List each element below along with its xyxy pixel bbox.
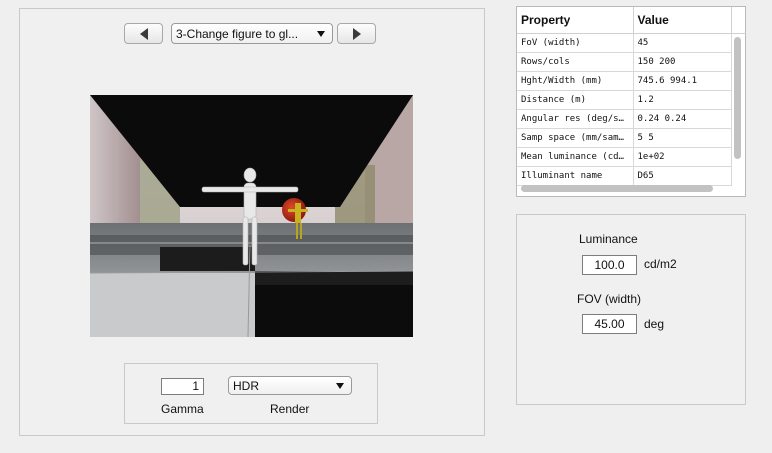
table-header-filler [731,7,746,34]
property-value: 45 [633,33,732,53]
property-name: Angular res (deg/samp) [517,109,634,129]
table-row[interactable]: Illuminant name D65 [517,166,732,186]
table-row[interactable]: Rows/cols 150 200 [517,52,732,72]
luminance-panel: Luminance 100.0 cd/m2 FOV (width) 45.00 … [516,214,746,405]
render-controls: 1 HDR Gamma Render [124,363,378,424]
property-name: Samp space (mm/samp) [517,128,634,148]
next-scene-button[interactable] [337,23,376,44]
triangle-right-icon [352,27,361,40]
property-value: 5 5 [633,128,732,148]
luminance-label: Luminance [579,232,638,246]
property-name: Illuminant name [517,166,634,186]
vertical-scrollbar[interactable] [734,37,741,159]
gamma-input[interactable]: 1 [161,378,204,395]
table-row[interactable]: Mean luminance (cd/m2) 1e+02 [517,147,732,167]
triangle-left-icon [139,27,148,40]
render-select[interactable]: HDR [228,376,352,395]
property-value: 745.6 994.1 [633,71,732,91]
column-header-value[interactable]: Value [633,7,732,34]
render-label: Render [270,402,310,416]
fov-input[interactable]: 45.00 [582,314,637,334]
table-row[interactable]: Angular res (deg/samp) 0.24 0.24 [517,109,732,129]
table-row[interactable]: Hght/Width (mm) 745.6 994.1 [517,71,732,91]
properties-panel: Property Value FoV (width) 45 Rows/cols 15… [516,6,746,197]
property-name: Hght/Width (mm) [517,71,634,91]
scene-select[interactable]: 3-Change figure to gl... [171,23,333,44]
property-value: 150 200 [633,52,732,72]
luminance-input[interactable]: 100.0 [582,255,637,275]
scene-image[interactable] [90,95,413,337]
property-value: D65 [633,166,732,186]
luminance-unit: cd/m2 [644,257,677,271]
property-name: Mean luminance (cd/m2) [517,147,634,167]
table-row[interactable]: Distance (m) 1.2 [517,90,732,110]
column-header-property[interactable]: Property [517,7,634,34]
property-name: Distance (m) [517,90,634,110]
render-select-value: HDR [233,378,259,393]
properties-table: Property Value FoV (width) 45 Rows/cols 15… [517,7,732,186]
scene-select-value: 3-Change figure to gl... [176,26,299,41]
property-value: 0.24 0.24 [633,109,732,129]
horizontal-scrollbar[interactable] [521,185,713,192]
viewer-panel: 3-Change figure to gl... 1 HDR Gamma Ren… [19,8,485,436]
property-value: 1e+02 [633,147,732,167]
property-value: 1.2 [633,90,732,110]
gamma-label: Gamma [161,402,204,416]
caret-down-icon [336,382,344,389]
fov-unit: deg [644,317,665,331]
caret-down-icon [317,30,325,37]
property-name: FoV (width) [517,33,634,53]
fov-label: FOV (width) [577,292,642,306]
property-name: Rows/cols [517,52,634,72]
previous-scene-button[interactable] [124,23,163,44]
table-row[interactable]: Samp space (mm/samp) 5 5 [517,128,732,148]
table-row[interactable]: FoV (width) 45 [517,33,732,53]
table-header-row: Property Value [517,7,732,34]
